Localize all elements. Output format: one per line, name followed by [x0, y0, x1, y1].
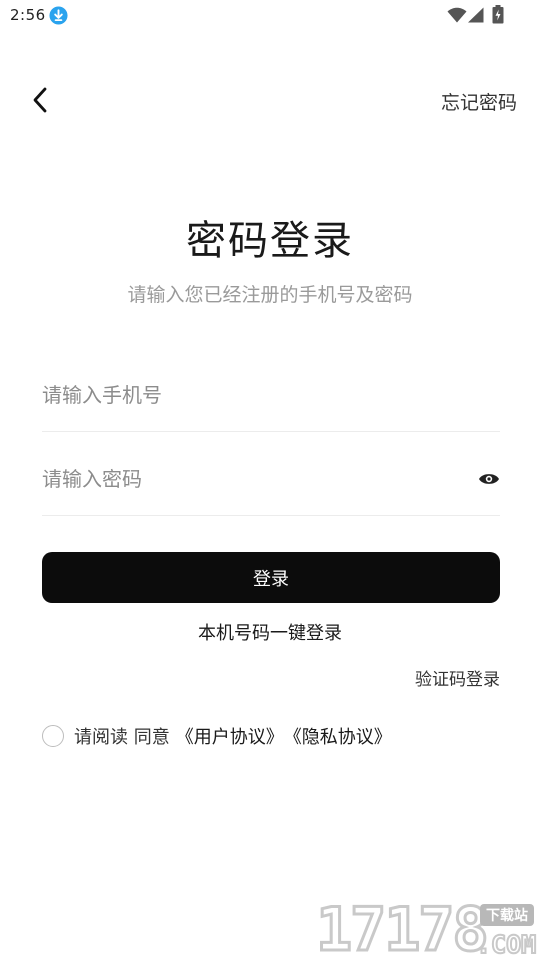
eye-icon — [479, 474, 499, 484]
agreement-text: 请阅读 同意 — [74, 727, 170, 748]
one-key-login-link[interactable]: 本机号码一键登录 — [0, 619, 540, 645]
password-visibility-toggle[interactable] — [478, 468, 500, 490]
phone-field-row — [42, 347, 500, 432]
back-arrow-icon — [33, 87, 47, 113]
sms-login-link[interactable]: 验证码登录 — [415, 665, 500, 690]
watermark-digits: 17178 — [315, 895, 491, 965]
password-input[interactable] — [42, 459, 442, 499]
download-icon — [49, 6, 68, 25]
user-agreement-link[interactable]: 《用户协议》 — [176, 723, 284, 749]
password-field-row — [42, 431, 500, 516]
agreement-row: 请阅读 同意 《用户协议》 《隐私协议》 — [42, 723, 392, 749]
login-button[interactable]: 登录 — [42, 552, 500, 603]
page-title: 密码登录 — [186, 218, 354, 264]
agree-checkbox[interactable] — [42, 725, 64, 747]
site-watermark: 17178 下载站 .COM — [315, 895, 540, 965]
back-button[interactable] — [22, 82, 58, 118]
forgot-password-link[interactable]: 忘记密码 — [441, 88, 517, 115]
watermark-domain: .COM — [475, 929, 537, 960]
signal-icon — [468, 7, 484, 23]
wifi-icon — [447, 7, 467, 23]
watermark-badge: 下载站 — [480, 904, 534, 926]
status-time: 2:56 — [10, 6, 46, 24]
status-bar: 2:56 — [0, 0, 540, 32]
phone-input[interactable] — [42, 375, 442, 415]
privacy-agreement-link[interactable]: 《隐私协议》 — [284, 723, 392, 749]
page-subtitle: 请输入您已经注册的手机号及密码 — [127, 284, 413, 306]
battery-icon — [492, 5, 504, 24]
